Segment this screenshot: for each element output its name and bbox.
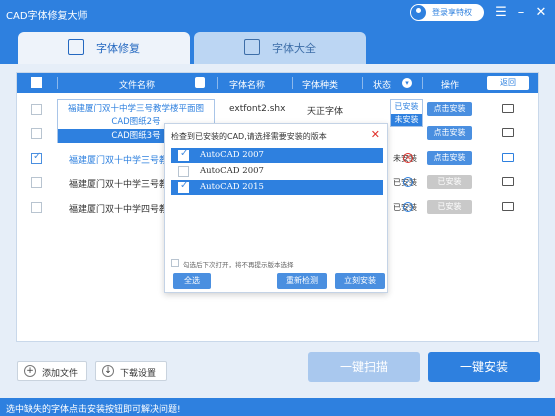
version-option[interactable]: AutoCAD 2015 xyxy=(171,180,383,195)
divider xyxy=(217,77,218,89)
chevron-down-icon[interactable]: ▾ xyxy=(402,78,412,88)
row-font-type: 天正字体 xyxy=(307,107,344,117)
collapse-icon[interactable] xyxy=(195,77,205,88)
table-header: 文件名称 字体名称 字体种类 状态 ▾ 操作 返回 xyxy=(17,73,538,93)
select-all-checkbox[interactable] xyxy=(31,77,42,88)
add-file-label: 添加文件 xyxy=(42,369,79,379)
tab-font-repair[interactable]: 字体修复 xyxy=(18,32,190,64)
dialog-title: 检查到已安装的CAD,请选择需要安装的版本 xyxy=(171,132,327,141)
download-icon: ↓ xyxy=(102,365,114,377)
install-button[interactable]: 点击安装 xyxy=(427,151,472,165)
status-text: 选中缺失的字体点击安装按钮即可解决问题! xyxy=(6,405,181,415)
remember-checkbox[interactable] xyxy=(171,259,179,267)
app-title: CAD字体修复大师 xyxy=(6,11,88,22)
font-repair-icon xyxy=(68,39,84,55)
row-checkbox[interactable] xyxy=(31,177,42,188)
folder-icon[interactable] xyxy=(502,202,514,211)
version-option[interactable]: AutoCAD 2007 xyxy=(171,148,383,163)
row-checkbox[interactable] xyxy=(31,128,42,139)
divider xyxy=(57,77,58,89)
download-settings-label: 下载设置 xyxy=(120,369,157,379)
login-label: 登录享特权 xyxy=(432,8,472,17)
close-icon[interactable]: ✕ xyxy=(371,128,380,141)
cad-version-dialog: 检查到已安装的CAD,请选择需要安装的版本 ✕ AutoCAD 2007 Aut… xyxy=(164,123,388,293)
divider xyxy=(422,77,423,89)
version-checkbox[interactable] xyxy=(178,148,189,161)
scan-button[interactable]: 一键扫描 xyxy=(308,352,420,382)
version-checkbox[interactable] xyxy=(178,180,189,193)
installed-button: 已安装 xyxy=(427,200,472,214)
dropdown-option[interactable]: 福建厦门双十中学三号教学楼平面图 xyxy=(58,102,214,114)
row-file-name: 福建厦门双十中学三号教学 xyxy=(69,180,178,190)
col-action: 操作 xyxy=(441,81,460,91)
dropdown-option-selected[interactable]: 未安装 xyxy=(391,114,422,126)
menu-icon[interactable]: ☰ xyxy=(492,5,510,21)
recheck-button[interactable]: 重新检测 xyxy=(277,273,327,289)
install-now-button[interactable]: 立刻安装 xyxy=(335,273,385,289)
row-file-name: 福建厦门双十中学三号教学 xyxy=(69,156,178,166)
divider xyxy=(292,77,293,89)
status-dropdown[interactable]: 已安装 未安装 xyxy=(390,99,423,127)
version-label: AutoCAD 2015 xyxy=(200,182,264,192)
col-font-type: 字体种类 xyxy=(302,81,339,91)
installed-button: 已安装 xyxy=(427,175,472,189)
version-checkbox[interactable] xyxy=(178,166,189,177)
check-icon: ✓ xyxy=(403,202,413,212)
folder-icon[interactable] xyxy=(502,104,514,113)
minimize-icon[interactable]: – xyxy=(512,5,530,21)
tab-header: 字体修复 字体大全 xyxy=(0,28,555,64)
back-label: 返回 xyxy=(500,78,516,87)
version-option[interactable]: AutoCAD 2007 xyxy=(171,164,383,179)
download-settings-button[interactable]: ↓ 下载设置 xyxy=(95,361,167,381)
tab-label: 字体大全 xyxy=(272,42,316,55)
version-label: AutoCAD 2007 xyxy=(200,166,264,176)
close-icon[interactable]: ✕ xyxy=(532,5,550,21)
plus-icon: + xyxy=(24,365,36,377)
login-button[interactable]: 登录享特权 xyxy=(410,4,484,21)
col-status: 状态 xyxy=(373,81,392,91)
col-file-name: 文件名称 xyxy=(119,81,156,91)
error-icon: ✕ xyxy=(403,153,413,163)
folder-icon[interactable] xyxy=(502,177,514,186)
title-bar: CAD字体修复大师 登录享特权 ☰ – ✕ xyxy=(0,0,555,28)
remember-label: 勾选后下次打开，将不再提示版本选择 xyxy=(183,261,294,269)
divider xyxy=(362,77,363,89)
select-all-button[interactable]: 全选 xyxy=(173,273,211,289)
row-file-name: 福建厦门双十中学四号教学 xyxy=(69,205,178,215)
status-bar: 选中缺失的字体点击安装按钮即可解决问题! xyxy=(0,398,555,416)
back-button[interactable]: 返回 xyxy=(487,76,529,90)
folder-icon[interactable] xyxy=(502,153,514,162)
install-all-button[interactable]: 一键安装 xyxy=(428,352,540,382)
row-checkbox[interactable] xyxy=(31,202,42,213)
dropdown-option[interactable]: 已安装 xyxy=(391,101,422,112)
version-label: AutoCAD 2007 xyxy=(200,150,264,160)
row-font-name: extfont2.shx xyxy=(229,104,286,114)
folder-icon[interactable] xyxy=(502,128,514,137)
check-icon: ✓ xyxy=(403,177,413,187)
col-font-name: 字体名称 xyxy=(229,81,266,91)
add-file-button[interactable]: + 添加文件 xyxy=(17,361,87,381)
install-button[interactable]: 点击安装 xyxy=(427,126,472,140)
user-avatar-icon xyxy=(411,5,426,20)
font-library-icon xyxy=(244,39,260,55)
row-checkbox[interactable] xyxy=(31,104,42,115)
tab-font-library[interactable]: 字体大全 xyxy=(194,32,366,64)
tab-label: 字体修复 xyxy=(96,42,140,55)
install-button[interactable]: 点击安装 xyxy=(427,102,472,116)
row-checkbox[interactable] xyxy=(31,151,42,164)
